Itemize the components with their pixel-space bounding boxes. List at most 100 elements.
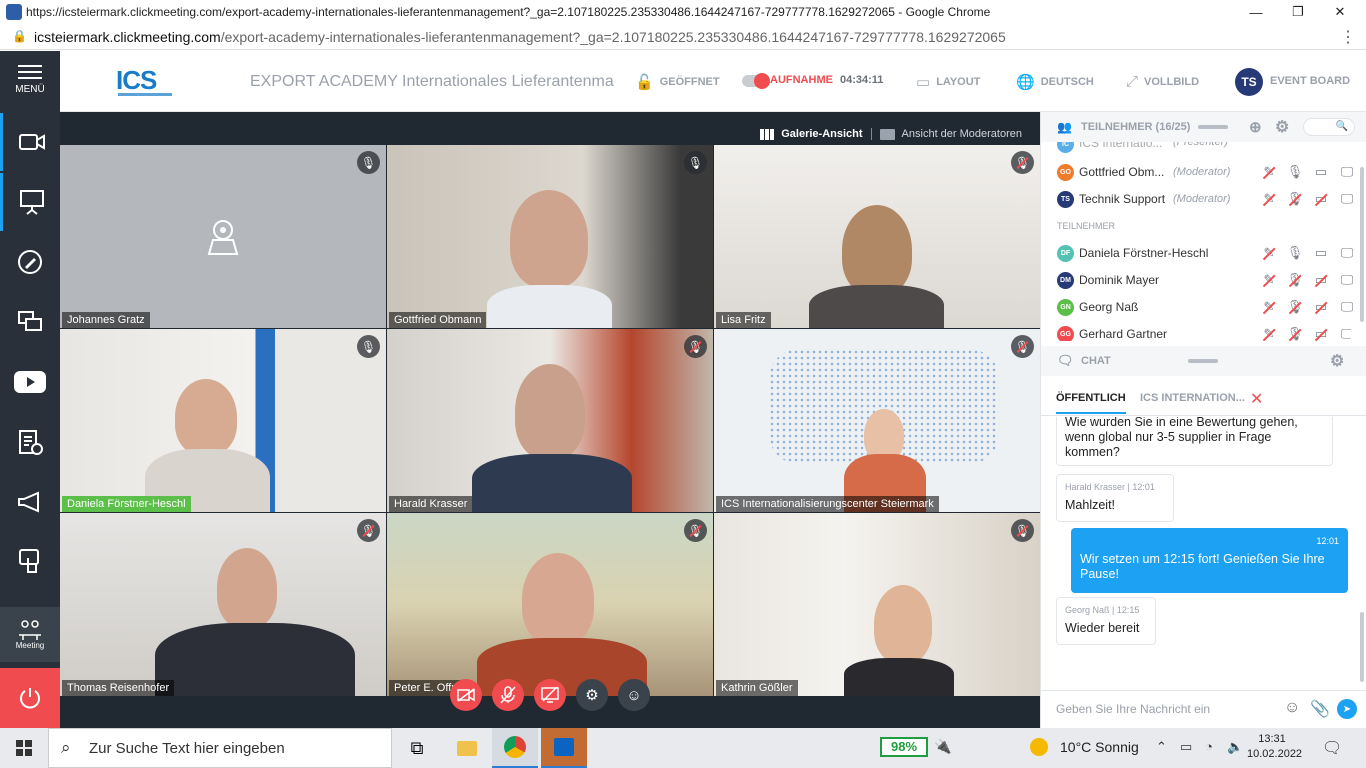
screenshare-nav-button[interactable] (0, 293, 60, 351)
camera-icon[interactable]: ▭ (1312, 299, 1330, 315)
pen-icon[interactable]: ✎ (1260, 299, 1278, 315)
leave-button[interactable] (0, 668, 60, 728)
start-button[interactable] (0, 728, 48, 768)
search-input[interactable]: Zur Suche Text hier eingeben (89, 740, 285, 757)
notification-icon[interactable]: 🗨 (1322, 738, 1342, 758)
chat-header[interactable]: 🗨 CHAT ⚙ (1041, 346, 1366, 376)
chevron-up-icon[interactable]: ⌃ (1156, 739, 1167, 755)
video-tile[interactable]: 🎙 Johannes Gratz (60, 145, 386, 328)
screen-icon[interactable]: 🖵 (1338, 272, 1356, 288)
chat-input[interactable]: Geben Sie Ihre Nachricht ein (1056, 702, 1210, 716)
video-tile[interactable]: 🎙 Thomas Reisenhofer (60, 513, 386, 696)
mic-icon[interactable]: 🎙 (357, 335, 380, 358)
meeting-nav-button[interactable]: Meeting (0, 607, 60, 662)
minimize-button[interactable]: — (1234, 0, 1278, 24)
mic-icon[interactable]: 🎙 (1286, 164, 1304, 180)
mic-muted-icon[interactable]: 🎙 (684, 335, 707, 358)
screen-icon[interactable]: 🖵 (1338, 164, 1356, 180)
participant-row[interactable]: DF Daniela Förstner-Heschl ✎ 🎙 ▭ 🖵 (1041, 240, 1353, 267)
screen-icon[interactable]: 🖵 (1338, 299, 1356, 315)
emoji-icon[interactable]: ☺ (1284, 699, 1300, 717)
mic-icon[interactable]: 🎙 (1286, 299, 1304, 315)
participant-row[interactable]: TS Technik Support (Moderator) ✎ 🎙 ▭ 🖵 (1041, 186, 1353, 213)
file-explorer-button[interactable] (444, 728, 490, 768)
camera-icon[interactable]: ▭ (1312, 326, 1330, 341)
mic-muted-icon[interactable]: 🎙 (1011, 151, 1034, 174)
restore-button[interactable]: ❐ (1276, 0, 1320, 24)
screen-icon[interactable]: 🖵 (1338, 245, 1356, 261)
video-tile[interactable]: 🎙 Kathrin Gößler (714, 513, 1040, 696)
volume-icon[interactable]: 🔈 (1227, 739, 1243, 755)
participant-row[interactable]: DM Dominik Mayer ✎ 🎙 ▭ 🖵 (1041, 267, 1353, 294)
pen-icon[interactable]: ✎ (1260, 164, 1278, 180)
chat-scrollbar[interactable] (1360, 612, 1364, 682)
cta-nav-button[interactable] (0, 473, 60, 531)
search-icon[interactable]: 🔍 (1303, 118, 1355, 136)
resize-handle[interactable] (1188, 359, 1218, 363)
mic-icon[interactable]: 🎙 (684, 151, 707, 174)
mic-icon[interactable]: 🎙 (1286, 326, 1304, 341)
video-tile[interactable]: 🎙 Peter E. Offner (387, 513, 713, 696)
chat-input-area[interactable]: Geben Sie Ihre Nachricht ein ☺ 📎 ➤ (1041, 690, 1366, 728)
video-tile[interactable]: 🎙 Gottfried Obmann (387, 145, 713, 328)
tab-public[interactable]: ÖFFENTLICH (1056, 392, 1126, 414)
camera-icon[interactable]: ▭ (1312, 245, 1330, 261)
send-button[interactable]: ➤ (1337, 699, 1357, 719)
pen-icon[interactable]: ✎ (1260, 191, 1278, 207)
mic-muted-icon[interactable]: 🎙 (357, 519, 380, 542)
participants-scrollbar[interactable] (1360, 167, 1364, 322)
moderator-view-icon[interactable] (879, 128, 895, 140)
task-view-button[interactable]: ⧉ (394, 728, 440, 768)
menu-button[interactable]: MENÜ (0, 51, 60, 109)
tab-private[interactable]: ICS INTERNATION... (1140, 392, 1245, 404)
battery-indicator[interactable]: 98% (880, 737, 928, 757)
layout-button[interactable]: ▭ LAYOUT (916, 73, 980, 91)
clock[interactable]: 13:31 10.02.2022 (1247, 732, 1302, 762)
camera-off-button[interactable] (450, 679, 482, 711)
resize-handle[interactable] (1198, 125, 1228, 129)
screen-off-button[interactable] (534, 679, 566, 711)
youtube-nav-button[interactable] (0, 353, 60, 411)
settings-button[interactable]: ⚙ (576, 679, 608, 711)
participant-row[interactable]: GG Gerhard Gartner ✎ 🎙 ▭ 🖵 (1041, 321, 1351, 341)
battery-tray-icon[interactable]: ▭ (1180, 739, 1192, 755)
wifi-icon[interactable]: ◔ (1205, 739, 1213, 754)
mic-icon[interactable]: 🎙 (1286, 272, 1304, 288)
screen-icon[interactable]: 🖵 (1338, 326, 1351, 341)
participant-row[interactable]: GO Gottfried Obm... (Moderator) ✎ 🎙 ▭ 🖵 (1041, 159, 1353, 186)
chrome-button[interactable] (492, 728, 538, 768)
gear-icon[interactable]: ⚙ (1330, 351, 1344, 371)
participants-header[interactable]: 👥 TEILNEHMER (16/25) ⊕ ⚙ 🔍 (1041, 112, 1366, 142)
add-user-icon[interactable]: ⊕ (1249, 118, 1262, 136)
outlook-button[interactable] (541, 728, 587, 768)
weather-widget[interactable]: 10°C Sonnig (1030, 738, 1139, 756)
video-tile[interactable]: 🎙 ICS Internationalisierungscenter Steie… (714, 329, 1040, 512)
gear-icon[interactable]: ⚙ (1275, 117, 1289, 137)
mic-icon[interactable]: 🎙 (1286, 245, 1304, 261)
attachment-icon[interactable]: 📎 (1310, 699, 1330, 719)
camera-icon[interactable]: ▭ (1312, 164, 1330, 180)
screen-icon[interactable]: 🖵 (1338, 191, 1356, 207)
close-window-button[interactable]: ✕ (1318, 0, 1362, 24)
video-tile[interactable]: 🎙 Daniela Förstner-Heschl (60, 329, 386, 512)
camera-icon[interactable]: ▭ (1312, 191, 1330, 207)
mic-muted-icon[interactable]: 🎙 (1011, 335, 1034, 358)
camera-nav-button[interactable] (0, 113, 60, 171)
language-button[interactable]: 🌐 DEUTSCH (1016, 73, 1094, 91)
recording-label[interactable]: AUFNAHME (770, 74, 833, 86)
mic-muted-icon[interactable]: 🎙 (1011, 519, 1034, 542)
mic-off-button[interactable] (492, 679, 524, 711)
mic-icon[interactable]: 🎙 (357, 151, 380, 174)
mic-icon[interactable]: 🎙 (1286, 191, 1304, 207)
emoji-button[interactable]: ☺ (618, 679, 650, 711)
whiteboard-nav-button[interactable] (0, 233, 60, 291)
mic-muted-icon[interactable]: 🎙 (684, 519, 707, 542)
lock-icon[interactable]: 🔒 (12, 29, 27, 43)
pen-icon[interactable]: ✎ (1260, 326, 1278, 341)
url-text[interactable]: icsteiermark.clickmeeting.com/export-aca… (34, 29, 1006, 45)
moderator-view-button[interactable]: Ansicht der Moderatoren (902, 128, 1022, 140)
video-tile[interactable]: 🎙 Harald Krasser (387, 329, 713, 512)
more-icon[interactable]: ⋮ (1340, 27, 1356, 47)
event-board-avatar[interactable]: TS (1235, 68, 1263, 96)
participant-row[interactable]: GN Georg Naß ✎ 🎙 ▭ 🖵 (1041, 294, 1353, 321)
